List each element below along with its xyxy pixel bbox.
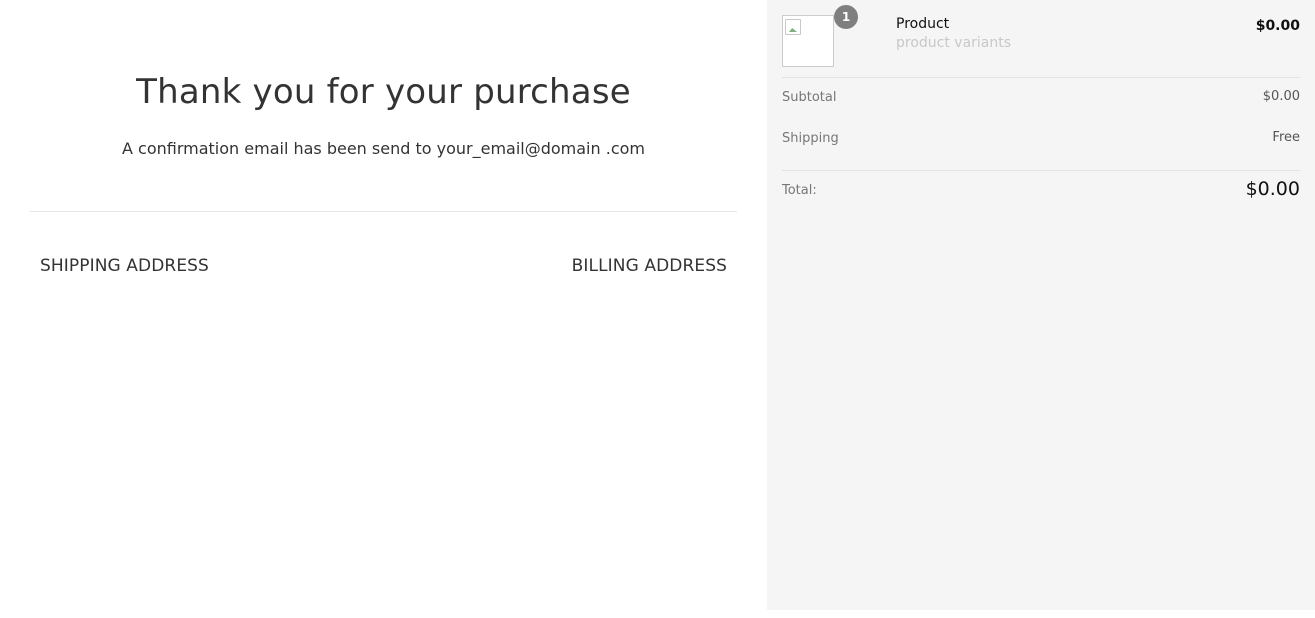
quantity-badge: 1 <box>834 5 858 29</box>
order-summary-sidebar: 1 Product product variants $0.00 Subtota… <box>767 0 1315 610</box>
product-price: $0.00 <box>1255 18 1300 34</box>
confirmation-panel: Thank you for your purchase A confirmati… <box>0 0 767 618</box>
subtotal-label: Subtotal <box>782 90 837 105</box>
total-label: Total: <box>782 183 817 198</box>
shipping-label: Shipping <box>782 131 839 146</box>
shipping-address-heading: SHIPPING ADDRESS <box>40 256 209 276</box>
broken-image-icon <box>785 19 801 35</box>
total-value: $0.00 <box>1245 178 1300 200</box>
product-thumbnail <box>782 15 834 67</box>
billing-address-heading: BILLING ADDRESS <box>571 256 727 276</box>
product-name: Product <box>896 16 950 32</box>
confirmation-message: A confirmation email has been send to yo… <box>122 139 645 158</box>
section-divider <box>30 211 737 212</box>
total-divider <box>782 170 1300 171</box>
subtotal-value: $0.00 <box>1262 89 1300 104</box>
summary-divider <box>782 77 1300 78</box>
shipping-value: Free <box>1272 130 1300 145</box>
thank-you-title: Thank you for your purchase <box>136 72 631 112</box>
product-variants: product variants <box>896 35 1012 51</box>
